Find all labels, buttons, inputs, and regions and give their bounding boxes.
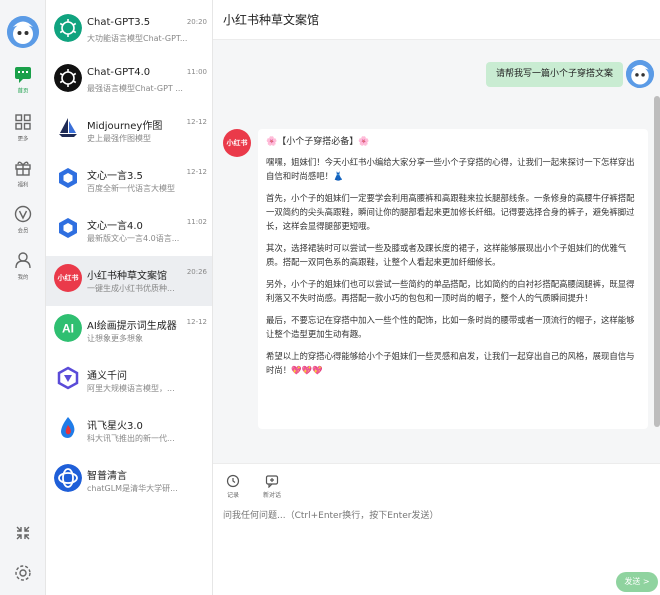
conversation-subtitle: 最新版文心一言4.0语言... [87, 234, 180, 243]
conversation-time: 12-12 [186, 118, 207, 126]
user-avatar[interactable] [7, 16, 39, 48]
bot-message-paragraph: 其次，选择裙装时可以尝试一些及膝或者及踝长度的裙子，这样能够展现出小个子姐妹们的… [266, 243, 627, 267]
rail-item-home[interactable]: 首页 [0, 64, 46, 104]
conversation-list: Chat-GPT3.5 20:20 大功能语言模型Chat-GPT... Cha… [46, 0, 213, 595]
rail-item-more[interactable]: 更多 [0, 112, 46, 152]
new-chat-button[interactable]: 新对话 [257, 474, 287, 499]
conversation-subtitle: 大功能语言模型Chat-GPT... [87, 34, 188, 43]
history-button[interactable]: 记录 [218, 474, 248, 499]
user-message-avatar [626, 60, 654, 88]
openai-logo-icon [54, 64, 82, 92]
conversation-name: Midjourney作图 [87, 121, 163, 132]
conversation-item[interactable]: 文心一言3.5 12-12 百度全新一代语言大模型 [46, 156, 212, 206]
ai-logo-icon: AI [54, 314, 82, 342]
conversation-name: 通义千问 [87, 371, 127, 382]
bot-message-paragraph: 嘿嘿，姐妹们！今天小红书小编给大家分享一些小个子穿搭的心得，让我们一起来探讨一下… [266, 157, 635, 181]
conversation-time: 12-12 [186, 168, 207, 176]
input-area: 记录 新对话 发送 > [213, 463, 660, 595]
person-icon [15, 252, 31, 269]
bot-message-paragraph: 首先，小个子的姐妹们一定要学会利用高腰裤和高跟鞋来拉长腿部线条。一条修身的高腰牛… [266, 193, 635, 231]
message-input[interactable] [223, 506, 643, 526]
conversation-item[interactable]: 智普清言 chatGLM是清华大学研... [46, 456, 212, 506]
rail-item-me[interactable]: 我的 [0, 250, 46, 290]
rail-label: 更多 [17, 136, 29, 143]
bot-avatar: 小红书 [223, 129, 251, 157]
conversation-name: 智普清言 [87, 471, 127, 482]
conversation-subtitle: 让想象更多想象 [87, 334, 143, 343]
conversation-item[interactable]: Midjourney作图 12-12 史上最强作图模型 [46, 106, 212, 156]
conversation-time: 12-12 [186, 318, 207, 326]
conversation-name: Chat-GPT4.0 [87, 67, 151, 78]
settings-icon[interactable] [13, 563, 33, 583]
tongyi-logo-icon [54, 364, 82, 392]
conversation-item[interactable]: AI AI绘画提示词生成器 12-12 让想象更多想象 [46, 306, 212, 356]
chat-icon [15, 67, 31, 83]
rail-label: 福利 [17, 182, 29, 189]
svg-text:AI: AI [62, 322, 74, 336]
conversation-name: 小红书种草文案馆 [87, 271, 167, 282]
conversation-name: 讯飞星火3.0 [87, 421, 143, 432]
bot-message: 🌸【小个子穿搭必备】🌸 嘿嘿，姐妹们！今天小红书小编给大家分享一些小个子穿搭的心… [258, 129, 648, 429]
chat-header: 小红书种草文案馆 [213, 0, 660, 40]
wenxin-logo-icon [54, 214, 82, 242]
conversation-subtitle: chatGLM是清华大学研... [87, 484, 178, 493]
conversation-time: 11:00 [186, 68, 207, 76]
conversation-subtitle: 百度全新一代语言大模型 [87, 184, 175, 193]
rail-label: 会员 [17, 228, 29, 235]
gift-icon [15, 161, 31, 176]
conversation-item[interactable]: 通义千问 阿里大规模语言模型，... [46, 356, 212, 406]
bot-message-paragraph: 另外，小个子的姐妹们也可以尝试一些简约的单品搭配，比如简约的白衬衫搭配高腰阔腿裤… [266, 279, 635, 303]
conversation-item[interactable]: Chat-GPT4.0 11:00 最强语言模型Chat-GPT ... [46, 56, 212, 106]
bot-message-paragraph: 最后，不要忘记在穿搭中加入一些个性的配饰，比如一条时尚的腰带或者一顶流行的帽子，… [266, 315, 635, 339]
bot-message-paragraph: 希望以上的穿搭心得能够给小个子姐妹们一些灵感和启发，让我们一起穿出自己的风格，展… [266, 351, 635, 375]
rail-label: 我的 [17, 274, 29, 281]
rail-label: 首页 [17, 88, 29, 95]
conversation-name: 文心一言3.5 [87, 171, 143, 182]
midjourney-sailboat-icon [54, 114, 82, 142]
grid-icon [15, 114, 31, 130]
conversation-name: 文心一言4.0 [87, 221, 143, 232]
history-label: 记录 [226, 492, 239, 499]
conversation-time: 11:02 [186, 218, 207, 226]
chat-title: 小红书种草文案馆 [223, 13, 320, 27]
wenxin-logo-icon [54, 164, 82, 192]
conversation-subtitle: 一键生成小红书优质种... [87, 284, 175, 293]
conversation-name: Chat-GPT3.5 [87, 17, 151, 28]
user-message: 请帮我写一篇小个子穿搭文案 [485, 62, 623, 87]
scrollbar[interactable] [654, 96, 660, 427]
conversation-item[interactable]: 文心一言4.0 11:02 最新版文心一言4.0语言... [46, 206, 212, 256]
vip-icon [14, 205, 32, 223]
conversation-subtitle: 最强语言模型Chat-GPT ... [87, 84, 183, 93]
conversation-time: 20:20 [186, 18, 207, 26]
openai-logo-icon [54, 14, 82, 42]
conversation-time: 20:26 [186, 268, 207, 276]
conversation-item[interactable]: 讯飞星火3.0 科大讯飞推出的新一代... [46, 406, 212, 456]
conversation-subtitle: 史上最强作图模型 [87, 134, 151, 143]
message-list: 请帮我写一篇小个子穿搭文案 小红书 🌸【小个子穿搭必备】🌸 嘿嘿，姐妹们！今天小… [213, 40, 660, 463]
collapse-icon[interactable] [13, 523, 33, 543]
new-chat-label: 新对话 [262, 492, 281, 499]
conversation-name: AI绘画提示词生成器 [87, 321, 177, 332]
rail-item-welfare[interactable]: 福利 [0, 158, 46, 198]
left-rail: 首页 更多 福利 会员 我的 [0, 0, 46, 595]
chat-panel: 小红书种草文案馆 请帮我写一篇小个子穿搭文案 小红书 🌸【小个子穿搭必备】🌸 嘿… [213, 0, 660, 595]
bot-message-heading: 🌸【小个子穿搭必备】🌸 [266, 137, 370, 147]
clock-icon [226, 474, 240, 488]
conversation-subtitle: 科大讯飞推出的新一代... [87, 434, 175, 443]
xiaohongshu-logo-icon: 小红书 [54, 264, 82, 292]
conversation-item-selected[interactable]: 小红书 小红书种草文案馆 20:26 一键生成小红书优质种... [46, 256, 212, 306]
conversation-item[interactable]: Chat-GPT3.5 20:20 大功能语言模型Chat-GPT... [46, 6, 212, 56]
send-button[interactable]: 发送 > [616, 572, 658, 592]
rail-item-vip[interactable]: 会员 [0, 204, 46, 244]
conversation-subtitle: 阿里大规模语言模型，... [87, 384, 175, 393]
xunfei-spark-icon [54, 414, 82, 442]
new-chat-icon [265, 475, 279, 488]
zhipu-logo-icon [54, 464, 82, 492]
